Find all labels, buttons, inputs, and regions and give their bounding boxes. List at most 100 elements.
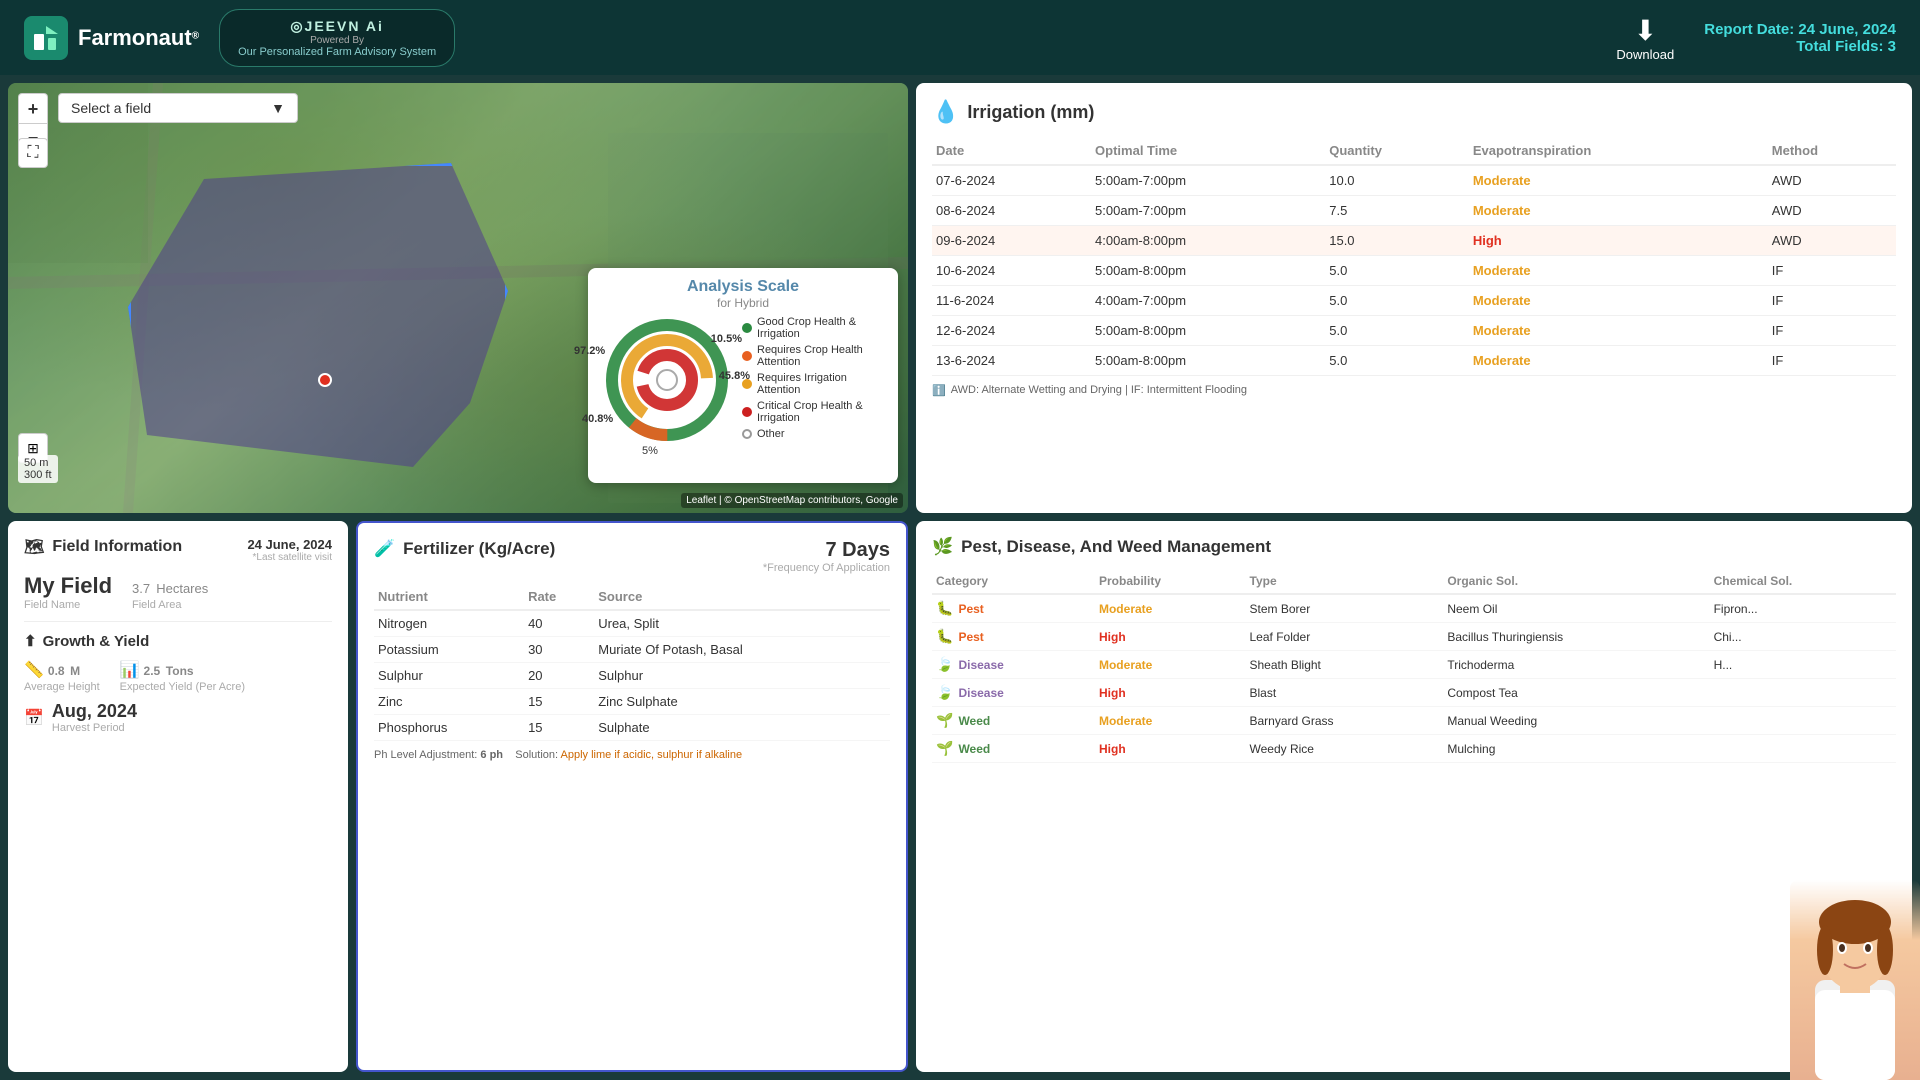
field-area-value: 3.7 Hectares — [132, 573, 208, 599]
header: Farmonaut® ◎JEEVN Ai Powered By Our Pers… — [0, 0, 1920, 75]
legend-item-other: Other — [742, 428, 884, 440]
field-date: 24 June, 2024 — [247, 537, 332, 552]
table-row: 12-6-2024 5:00am-8:00pm 5.0 Moderate IF — [932, 316, 1896, 346]
col-time: Optimal Time — [1091, 137, 1325, 165]
col-evap: Evapotranspiration — [1469, 137, 1768, 165]
pct-97-label: 97.2% — [574, 345, 605, 357]
app-name: Farmonaut® — [78, 25, 199, 51]
table-row: Zinc 15 Zinc Sulphate — [374, 689, 890, 715]
pest-col-type: Type — [1246, 569, 1444, 594]
field-marker — [318, 373, 332, 387]
total-fields: Total Fields: 3 — [1704, 38, 1896, 55]
growth-icon: ⬆ — [24, 632, 37, 650]
table-row: 🌱Weed Moderate Barnyard Grass Manual Wee… — [932, 707, 1896, 735]
powered-by-label: Powered By — [310, 35, 364, 46]
jeevn-brand: ◎JEEVN Ai — [290, 18, 384, 35]
pest-col-chemical: Chemical Sol. — [1710, 569, 1896, 594]
dropdown-arrow-icon: ▼ — [271, 100, 285, 116]
pest-col-organic: Organic Sol. — [1443, 569, 1709, 594]
analysis-legend: Good Crop Health & Irrigation Requires C… — [742, 316, 884, 444]
growth-section: ⬆ Growth & Yield 📏 0.8 M Average Height — [24, 632, 332, 734]
jeevn-badge: ◎JEEVN Ai Powered By Our Personalized Fa… — [219, 9, 455, 67]
yield-label: Expected Yield (Per Acre) — [120, 681, 245, 693]
col-qty: Quantity — [1325, 137, 1469, 165]
map-icon: 🗺 — [24, 537, 44, 557]
table-row: 🐛Pest High Leaf Folder Bacillus Thuringi… — [932, 623, 1896, 651]
fertilizer-panel: 🧪 Fertilizer (Kg/Acre) 7 Days *Frequency… — [356, 521, 908, 1072]
legend-circle-other — [742, 429, 752, 439]
logo-icon — [24, 16, 68, 60]
yield-icon: 📊 — [120, 660, 140, 680]
harvest-label: Harvest Period — [52, 722, 137, 734]
last-satellite-label: *Last satellite visit — [247, 552, 332, 563]
fert-col-source: Source — [594, 584, 890, 610]
advisory-text: Our Personalized Farm Advisory System — [238, 46, 436, 58]
pest-col-prob: Probability — [1095, 569, 1246, 594]
fert-footer: Ph Level Adjustment: 6 ph Solution: Appl… — [374, 749, 890, 761]
irrigation-title: 💧 Irrigation (mm) — [932, 99, 1896, 125]
field-area-stat: 3.7 Hectares Field Area — [132, 573, 208, 611]
table-row: Potassium 30 Muriate Of Potash, Basal — [374, 637, 890, 663]
table-row: Sulphur 20 Sulphur — [374, 663, 890, 689]
legend-item-crop: Requires Crop Health Attention — [742, 344, 884, 368]
growth-row: 📏 0.8 M Average Height 📊 2.5 Tons — [24, 658, 332, 693]
harvest-date: Aug, 2024 — [52, 701, 137, 722]
table-header-row: Date Optimal Time Quantity Evapotranspir… — [932, 137, 1896, 165]
col-method: Method — [1768, 137, 1896, 165]
table-row: 🍃Disease High Blast Compost Tea — [932, 679, 1896, 707]
info-icon: ℹ️ — [932, 384, 946, 397]
table-row: Phosphorus 15 Sulphate — [374, 715, 890, 741]
bottom-left: 🗺 Field Information 24 June, 2024 *Last … — [8, 521, 908, 1072]
fert-header-row: Nutrient Rate Source — [374, 584, 890, 610]
map-container[interactable]: + − ⛶ ⊞ 50 m 300 ft Select a field ▼ Lea… — [8, 83, 908, 513]
table-row: 07-6-2024 5:00am-7:00pm 10.0 Moderate AW… — [932, 165, 1896, 196]
table-row: 09-6-2024 4:00am-8:00pm 15.0 High AWD — [932, 226, 1896, 256]
fullscreen-button[interactable]: ⛶ — [18, 138, 48, 168]
irrigation-table-body: 07-6-2024 5:00am-7:00pm 10.0 Moderate AW… — [932, 165, 1896, 376]
download-button[interactable]: ⬇ Download — [1616, 14, 1674, 62]
fert-days: 7 Days *Frequency Of Application — [763, 539, 890, 574]
table-row: 13-6-2024 5:00am-8:00pm 5.0 Moderate IF — [932, 346, 1896, 376]
pest-table-body: 🐛Pest Moderate Stem Borer Neem Oil Fipro… — [932, 594, 1896, 763]
legend-dot-good — [742, 323, 752, 333]
field-select-dropdown[interactable]: Select a field ▼ — [58, 93, 298, 123]
pest-col-cat: Category — [932, 569, 1095, 594]
pest-title: 🌿 Pest, Disease, And Weed Management — [932, 537, 1896, 557]
zoom-in-button[interactable]: + — [18, 93, 48, 123]
field-info-title: 🗺 Field Information — [24, 537, 182, 557]
ruler-icon: 📏 — [24, 660, 44, 680]
pest-header-row: Category Probability Type Organic Sol. C… — [932, 569, 1896, 594]
fertilizer-table: Nutrient Rate Source Nitrogen 40 Urea, S… — [374, 584, 890, 741]
irrigation-table: Date Optimal Time Quantity Evapotranspir… — [932, 137, 1896, 376]
map-scale: 50 m 300 ft — [18, 455, 58, 483]
pct-10-label: 10.5% — [711, 333, 742, 345]
report-info: Report Date: 24 June, 2024 Total Fields:… — [1704, 21, 1896, 55]
calendar-icon: 📅 — [24, 708, 44, 728]
table-row: Nitrogen 40 Urea, Split — [374, 610, 890, 637]
legend-item-good: Good Crop Health & Irrigation — [742, 316, 884, 340]
pest-icon: 🌿 — [932, 537, 953, 557]
download-label: Download — [1616, 47, 1674, 62]
yield-stat: 📊 2.5 Tons Expected Yield (Per Acre) — [120, 658, 245, 693]
main-content: + − ⛶ ⊞ 50 m 300 ft Select a field ▼ Lea… — [0, 75, 1920, 1080]
legend-dot-critical — [742, 407, 752, 417]
fert-title: 🧪 Fertilizer (Kg/Acre) — [374, 539, 555, 559]
pct-40-label: 40.8% — [582, 413, 613, 425]
fert-header: 🧪 Fertilizer (Kg/Acre) 7 Days *Frequency… — [374, 539, 890, 574]
table-row: 🍃Disease Moderate Sheath Blight Trichode… — [932, 651, 1896, 679]
field-info-panel: 🗺 Field Information 24 June, 2024 *Last … — [8, 521, 348, 1072]
pest-panel: 🌿 Pest, Disease, And Weed Management Cat… — [916, 521, 1912, 1072]
map-attribution: Leaflet | © OpenStreetMap contributors, … — [681, 493, 903, 508]
download-icon: ⬇ — [1634, 14, 1657, 47]
table-row: 11-6-2024 4:00am-7:00pm 5.0 Moderate IF — [932, 286, 1896, 316]
col-date: Date — [932, 137, 1091, 165]
field-name-label: Field Name — [24, 599, 112, 611]
height-label: Average Height — [24, 681, 100, 693]
legend-item-critical: Critical Crop Health & Irrigation — [742, 400, 884, 424]
fert-col-nutrient: Nutrient — [374, 584, 524, 610]
field-name-stat: My Field Field Name — [24, 573, 112, 611]
growth-title: ⬆ Growth & Yield — [24, 632, 332, 650]
field-area-label: Field Area — [132, 599, 208, 611]
flask-icon: 🧪 — [374, 539, 395, 559]
analysis-title: Analysis Scale — [602, 278, 884, 296]
